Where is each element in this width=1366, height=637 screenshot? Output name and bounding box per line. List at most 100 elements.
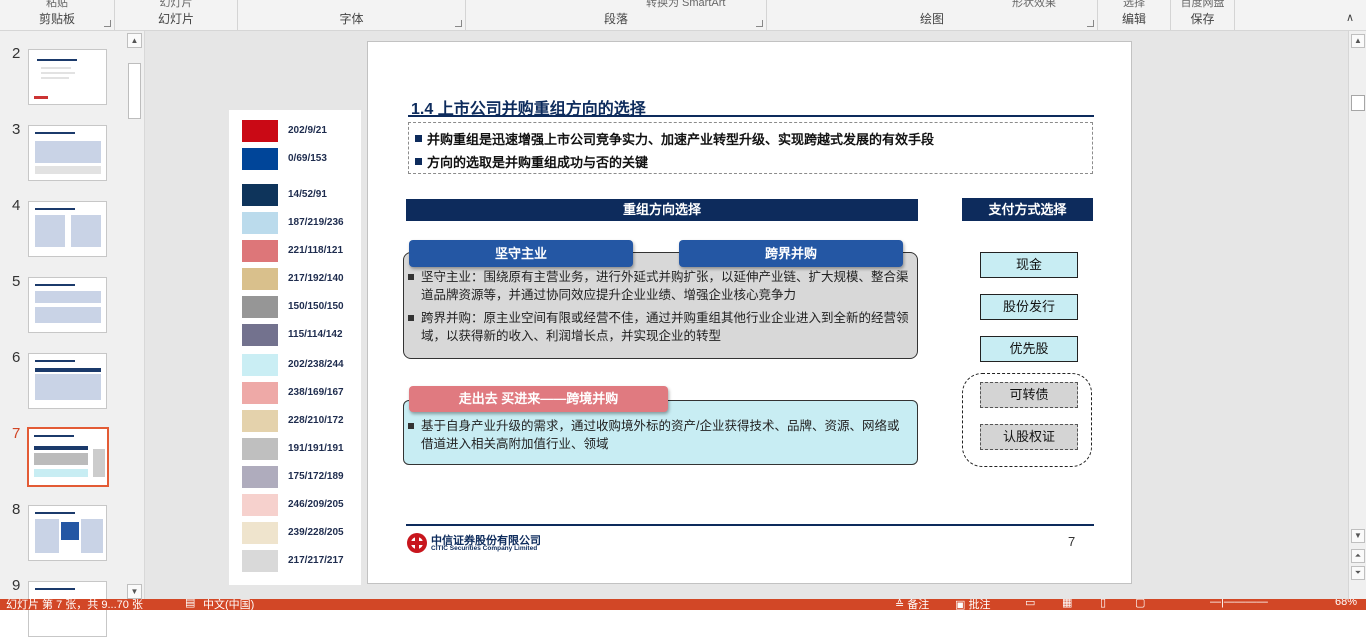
ribbon-group-caption: 段落 [603, 12, 628, 26]
ribbon-clipped-label: 幻灯片 [159, 0, 193, 9]
palette-swatch-label: 150/150/150 [288, 301, 344, 312]
palette-swatch-label: 115/114/142 [288, 329, 343, 340]
ribbon-group-paragraph[interactable]: 转换为 SmartArt 段落 [466, 0, 767, 30]
palette-swatch [242, 296, 278, 318]
dialog-launcher-icon[interactable] [455, 20, 462, 27]
ribbon-clipped-label: 选择 [1123, 0, 1145, 9]
section-header-restructuring[interactable]: 重组方向选择 [406, 199, 918, 221]
slide-thumbnail[interactable] [28, 353, 107, 409]
dialog-launcher-icon[interactable] [104, 20, 111, 27]
bullet-square-icon [408, 423, 414, 429]
ribbon-group-caption: 编辑 [1121, 12, 1146, 26]
ribbon-group-caption: 绘图 [919, 12, 944, 26]
ribbon-group-caption: 幻灯片 [157, 12, 194, 26]
palette-swatch-label: 14/52/91 [288, 189, 327, 200]
ribbon-group-save[interactable]: 百度网盘 保存 [1171, 0, 1235, 30]
scroll-down-icon[interactable]: ▼ [1351, 529, 1365, 543]
ribbon-clipped-label: 转换为 SmartArt [646, 0, 726, 9]
slide-thumbnail[interactable] [28, 201, 107, 257]
slide-sorter-icon[interactable]: ▦ [1062, 599, 1072, 609]
pill-cross-border[interactable]: 走出去 买进来——跨境并购 [409, 386, 668, 412]
ribbon-group-font[interactable]: 字体 [238, 0, 466, 30]
scroll-up-icon[interactable]: ▲ [127, 33, 142, 48]
ribbon-clipped-label: 粘贴 [46, 0, 68, 9]
palette-swatch [242, 522, 278, 544]
title-divider [408, 115, 1094, 117]
slide-thumbnail[interactable] [28, 505, 107, 561]
bullet-square-icon [415, 135, 422, 142]
section-header-payment[interactable]: 支付方式选择 [962, 198, 1093, 221]
payment-preferred-stock[interactable]: 优先股 [980, 336, 1078, 362]
ribbon-group-caption: 字体 [339, 12, 364, 26]
zoom-level[interactable]: 68% [1335, 599, 1357, 608]
dialog-launcher-icon[interactable] [1087, 20, 1094, 27]
ribbon-group-slides[interactable]: 幻灯片 幻灯片 [115, 0, 238, 30]
dialog-launcher-icon[interactable] [756, 20, 763, 27]
palette-swatch-label: 246/209/205 [288, 499, 344, 510]
palette-swatch-label: 0/69/153 [288, 153, 327, 164]
ribbon-group-caption: 剪贴板 [38, 12, 75, 26]
palette-swatch [242, 148, 278, 170]
scroll-up-icon[interactable]: ▲ [1351, 34, 1365, 48]
bullet-text: 基于自身产业升级的需求，通过收购境外标的资产/企业获得技术、品牌、资源、网络或借… [408, 417, 909, 453]
ribbon-clipped-label: 形状效果 [1012, 0, 1056, 9]
slide-counter: 幻灯片 第 7 张，共 9...70 张 [6, 599, 143, 610]
bullet-square-icon [415, 158, 422, 165]
palette-swatch [242, 184, 278, 206]
payment-convertible-bond[interactable]: 可转债 [980, 382, 1078, 408]
comments-button[interactable]: ▣ 批注 [955, 599, 990, 610]
palette-swatch-label: 217/192/140 [288, 273, 344, 284]
payment-share-issue[interactable]: 股份发行 [980, 294, 1078, 320]
palette-swatch-label: 191/191/191 [288, 443, 344, 454]
key-points-box[interactable]: 并购重组是迅速增强上市公司竞争实力、加速产业转型升级、实现跨越式发展的有效手段 … [408, 122, 1093, 174]
thumbnail-number: 2 [12, 45, 21, 62]
palette-swatch [242, 550, 278, 572]
comments-label: 批注 [968, 599, 991, 610]
reading-view-icon[interactable]: ▯ [1100, 599, 1106, 609]
slide[interactable]: 1.4 上市公司并购重组方向的选择 并购重组是迅速增强上市公司竞争实力、加速产业… [367, 41, 1132, 584]
ribbon: 粘贴 剪贴板 幻灯片 幻灯片 字体 转换为 SmartArt 段落 形状效果 绘… [0, 0, 1366, 31]
footer-divider [406, 524, 1094, 526]
pill-cross-industry[interactable]: 跨界并购 [679, 240, 903, 267]
language-indicator[interactable]: 中文(中国) [203, 599, 254, 610]
slide-thumbnail-selected[interactable] [27, 427, 109, 487]
pill-core-business[interactable]: 坚守主业 [409, 240, 633, 267]
palette-swatch [242, 212, 278, 234]
payment-warrant[interactable]: 认股权证 [980, 424, 1078, 450]
restructuring-direction-box[interactable]: 坚守主业：围绕原有主营业务，进行外延式并购扩张，以延伸产业链、扩大规模、整合渠道… [403, 252, 918, 359]
status-bar: 幻灯片 第 7 张，共 9...70 张 ▤ 中文(中国) ≙ 备注 ▣ 批注 … [0, 599, 1366, 610]
payment-cash[interactable]: 现金 [980, 252, 1078, 278]
slide-scrollbar[interactable]: ▲ ▼ ⏶ ⏷ [1348, 31, 1366, 599]
previous-slide-icon[interactable]: ⏶ [1351, 549, 1365, 563]
chevron-up-icon[interactable]: ∧ [1346, 11, 1354, 24]
ribbon-group-caption: 保存 [1190, 12, 1215, 26]
zoom-slider[interactable]: —|———— [1210, 599, 1268, 608]
thumbnail-number: 7 [12, 425, 21, 442]
slide-thumbnail[interactable] [28, 49, 107, 105]
ribbon-group-editing[interactable]: 选择 编辑 [1098, 0, 1171, 30]
ribbon-group-drawing[interactable]: 形状效果 绘图 [767, 0, 1098, 30]
scrollbar-thumb[interactable] [1351, 95, 1365, 111]
palette-swatch [242, 268, 278, 290]
slide-thumbnail-pane: 2 3 4 5 6 7 8 9 ▲ ▼ [0, 31, 145, 637]
thumbnail-scrollbar[interactable]: ▲ ▼ [127, 31, 142, 599]
next-slide-icon[interactable]: ⏷ [1351, 566, 1365, 580]
palette-swatch [242, 494, 278, 516]
palette-swatch-label: 217/217/217 [288, 555, 344, 566]
palette-swatch-label: 238/169/167 [288, 387, 344, 398]
palette-swatch-label: 202/9/21 [288, 125, 327, 136]
scrollbar-thumb[interactable] [128, 63, 141, 119]
slide-thumbnail[interactable] [28, 125, 107, 181]
color-palette-panel: 202/9/21 0/69/153 14/52/91 187/219/236 221/1… [229, 110, 361, 585]
thumbnail-number: 8 [12, 501, 21, 518]
ribbon-group-clipboard[interactable]: 粘贴 剪贴板 [0, 0, 115, 30]
slide-thumbnail[interactable] [28, 277, 107, 333]
scroll-down-icon[interactable]: ▼ [127, 584, 142, 599]
slideshow-icon[interactable]: ▢ [1135, 599, 1145, 609]
palette-swatch [242, 120, 278, 142]
spellcheck-icon[interactable]: ▤ [185, 599, 195, 609]
notes-button[interactable]: ≙ 备注 [895, 599, 929, 610]
normal-view-icon[interactable]: ▭ [1025, 599, 1035, 609]
bullet-square-icon [408, 315, 414, 321]
bullet-text: 跨界并购：原主业空间有限或经营不佳，通过并购重组其他行业企业进入到全新的经营领域… [408, 309, 909, 345]
